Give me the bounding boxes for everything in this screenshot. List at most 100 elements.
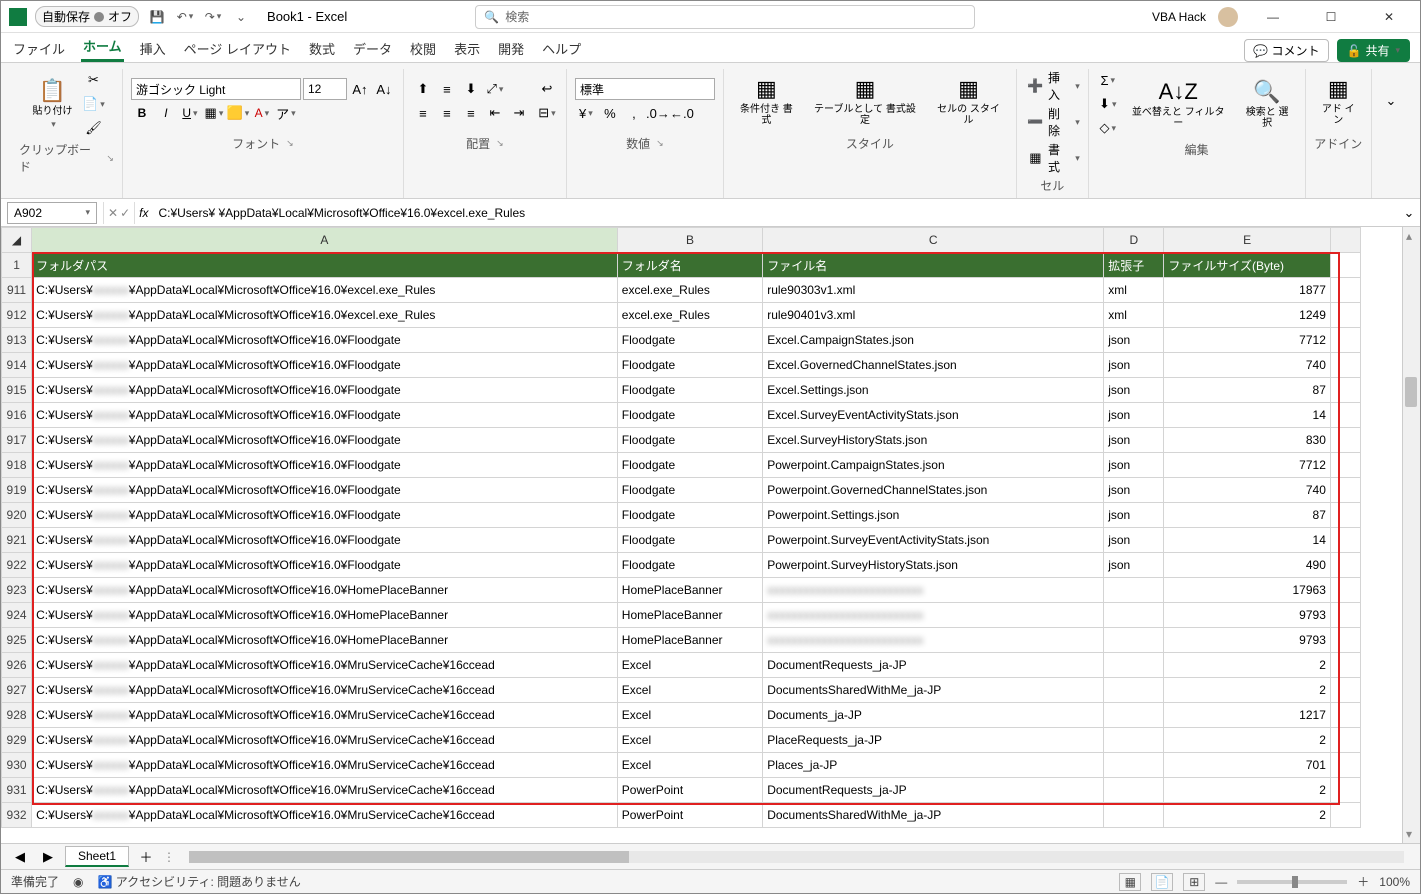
cell[interactable]: 87 xyxy=(1164,378,1330,403)
cell[interactable]: HomePlaceBanner xyxy=(617,628,762,653)
row-header[interactable]: 927 xyxy=(2,678,32,703)
cell[interactable]: PowerPoint xyxy=(617,803,762,828)
horizontal-scrollbar[interactable] xyxy=(189,851,1404,863)
cell[interactable]: Floodgate xyxy=(617,528,762,553)
cell[interactable] xyxy=(1104,778,1164,803)
cell[interactable]: C:¥Users¥xxxxxx¥AppData¥Local¥Microsoft¥… xyxy=(32,503,618,528)
row-header[interactable]: 917 xyxy=(2,428,32,453)
col-header-B[interactable]: B xyxy=(617,228,762,253)
cell[interactable] xyxy=(1104,703,1164,728)
cell[interactable]: C:¥Users¥xxxxxx¥AppData¥Local¥Microsoft¥… xyxy=(32,578,618,603)
currency-icon[interactable]: ¥▾ xyxy=(575,102,597,124)
cell[interactable]: json xyxy=(1104,478,1164,503)
cell[interactable]: Excel xyxy=(617,703,762,728)
cell[interactable] xyxy=(1104,628,1164,653)
avatar[interactable] xyxy=(1218,7,1238,27)
indent-decrease-icon[interactable]: ⇤ xyxy=(484,102,506,124)
dialog-launcher-icon[interactable]: ↘ xyxy=(106,153,114,164)
cell[interactable]: PowerPoint xyxy=(617,778,762,803)
align-bottom-icon[interactable]: ⬇ xyxy=(460,78,482,100)
cell[interactable]: Excel xyxy=(617,678,762,703)
scroll-up-icon[interactable]: ▴ xyxy=(1406,229,1412,243)
cell[interactable]: C:¥Users¥xxxxxx¥AppData¥Local¥Microsoft¥… xyxy=(32,403,618,428)
cell[interactable]: C:¥Users¥xxxxxx¥AppData¥Local¥Microsoft¥… xyxy=(32,803,618,828)
formula-input[interactable]: C:¥Users¥ ¥AppData¥Local¥Microsoft¥Offic… xyxy=(152,206,1398,220)
cell[interactable]: Excel xyxy=(617,653,762,678)
cell[interactable]: xml xyxy=(1104,303,1164,328)
addins-button[interactable]: ▦アド イン xyxy=(1314,74,1363,128)
cell[interactable]: 7712 xyxy=(1164,328,1330,353)
row-header[interactable]: 921 xyxy=(2,528,32,553)
dialog-launcher-icon[interactable]: ↘ xyxy=(656,138,664,149)
delete-cells-button[interactable]: ➖削除▾ xyxy=(1025,105,1080,139)
cell[interactable]: 17963 xyxy=(1164,578,1330,603)
cell[interactable]: 2 xyxy=(1164,653,1330,678)
cell[interactable]: C:¥Users¥xxxxxx¥AppData¥Local¥Microsoft¥… xyxy=(32,753,618,778)
row-header[interactable]: 912 xyxy=(2,303,32,328)
cell[interactable]: json xyxy=(1104,403,1164,428)
cell[interactable]: xxxxxxxxxxxxxxxxxxxxxxxxxx xyxy=(763,603,1104,628)
maximize-icon[interactable]: ☐ xyxy=(1308,3,1354,31)
cell[interactable]: C:¥Users¥xxxxxx¥AppData¥Local¥Microsoft¥… xyxy=(32,478,618,503)
qat-customize-icon[interactable]: ⌄ xyxy=(231,7,251,27)
clear-icon[interactable]: ◇▾ xyxy=(1097,117,1119,139)
cell[interactable]: Places_ja-JP xyxy=(763,753,1104,778)
row-header[interactable]: 919 xyxy=(2,478,32,503)
cell[interactable]: 490 xyxy=(1164,553,1330,578)
enter-formula-icon[interactable]: ✓ xyxy=(120,206,130,220)
cell[interactable]: C:¥Users¥xxxxxx¥AppData¥Local¥Microsoft¥… xyxy=(32,703,618,728)
macro-record-icon[interactable]: ◉ xyxy=(73,875,83,889)
cell[interactable]: Floodgate xyxy=(617,453,762,478)
cut-icon[interactable]: ✂ xyxy=(82,69,104,91)
cell[interactable]: C:¥Users¥xxxxxx¥AppData¥Local¥Microsoft¥… xyxy=(32,603,618,628)
cell[interactable]: Floodgate xyxy=(617,378,762,403)
cell[interactable]: C:¥Users¥xxxxxx¥AppData¥Local¥Microsoft¥… xyxy=(32,678,618,703)
tab-view[interactable]: 表示 xyxy=(452,35,482,62)
align-left-icon[interactable]: ≡ xyxy=(412,102,434,124)
vertical-scrollbar[interactable]: ▴ ▾ xyxy=(1402,227,1420,843)
cell[interactable] xyxy=(1104,728,1164,753)
cell[interactable]: 14 xyxy=(1164,403,1330,428)
italic-icon[interactable]: I xyxy=(155,102,177,124)
scroll-thumb[interactable] xyxy=(189,851,629,863)
scroll-thumb[interactable] xyxy=(1405,377,1417,407)
fx-icon[interactable]: fx xyxy=(135,206,152,220)
normal-view-icon[interactable]: ▦ xyxy=(1119,873,1141,891)
cell[interactable]: Powerpoint.Settings.json xyxy=(763,503,1104,528)
row-header[interactable]: 916 xyxy=(2,403,32,428)
underline-icon[interactable]: U▾ xyxy=(179,102,201,124)
cell[interactable]: DocumentsSharedWithMe_ja-JP xyxy=(763,678,1104,703)
comma-icon[interactable]: , xyxy=(623,102,645,124)
cell[interactable]: DocumentRequests_ja-JP xyxy=(763,778,1104,803)
zoom-knob-icon[interactable] xyxy=(1292,876,1298,888)
row-header[interactable]: 924 xyxy=(2,603,32,628)
tab-formulas[interactable]: 数式 xyxy=(307,35,337,62)
cell[interactable]: C:¥Users¥xxxxxx¥AppData¥Local¥Microsoft¥… xyxy=(32,328,618,353)
format-cells-button[interactable]: ▦書式▾ xyxy=(1025,141,1080,175)
cell[interactable]: C:¥Users¥xxxxxx¥AppData¥Local¥Microsoft¥… xyxy=(32,428,618,453)
row-header[interactable]: 932 xyxy=(2,803,32,828)
col-header-A[interactable]: A xyxy=(32,228,618,253)
table-header-cell[interactable]: フォルダ名 xyxy=(617,253,762,278)
comments-button[interactable]: 💬 コメント xyxy=(1244,39,1328,62)
cell[interactable]: json xyxy=(1104,428,1164,453)
cell[interactable]: Excel.SurveyEventActivityStats.json xyxy=(763,403,1104,428)
cell[interactable]: Powerpoint.SurveyEventActivityStats.json xyxy=(763,528,1104,553)
fill-color-icon[interactable]: 🟨▾ xyxy=(227,102,249,124)
indent-increase-icon[interactable]: ⇥ xyxy=(508,102,530,124)
row-header[interactable]: 920 xyxy=(2,503,32,528)
cell[interactable]: DocumentRequests_ja-JP xyxy=(763,653,1104,678)
cell[interactable]: C:¥Users¥xxxxxx¥AppData¥Local¥Microsoft¥… xyxy=(32,728,618,753)
phonetic-icon[interactable]: ア▾ xyxy=(275,102,297,124)
insert-cells-button[interactable]: ➕挿入▾ xyxy=(1025,69,1080,103)
row-header[interactable]: 931 xyxy=(2,778,32,803)
bold-icon[interactable]: B xyxy=(131,102,153,124)
format-as-table-button[interactable]: ▦テーブルとして 書式設定 xyxy=(807,74,923,128)
collapse-ribbon-icon[interactable]: ⌄ xyxy=(1380,90,1402,112)
table-header-cell[interactable]: フォルダパス xyxy=(32,253,618,278)
cell[interactable]: Excel xyxy=(617,728,762,753)
font-color-icon[interactable]: A▾ xyxy=(251,102,273,124)
align-top-icon[interactable]: ⬆ xyxy=(412,78,434,100)
cell[interactable]: 1249 xyxy=(1164,303,1330,328)
row-header[interactable]: 914 xyxy=(2,353,32,378)
